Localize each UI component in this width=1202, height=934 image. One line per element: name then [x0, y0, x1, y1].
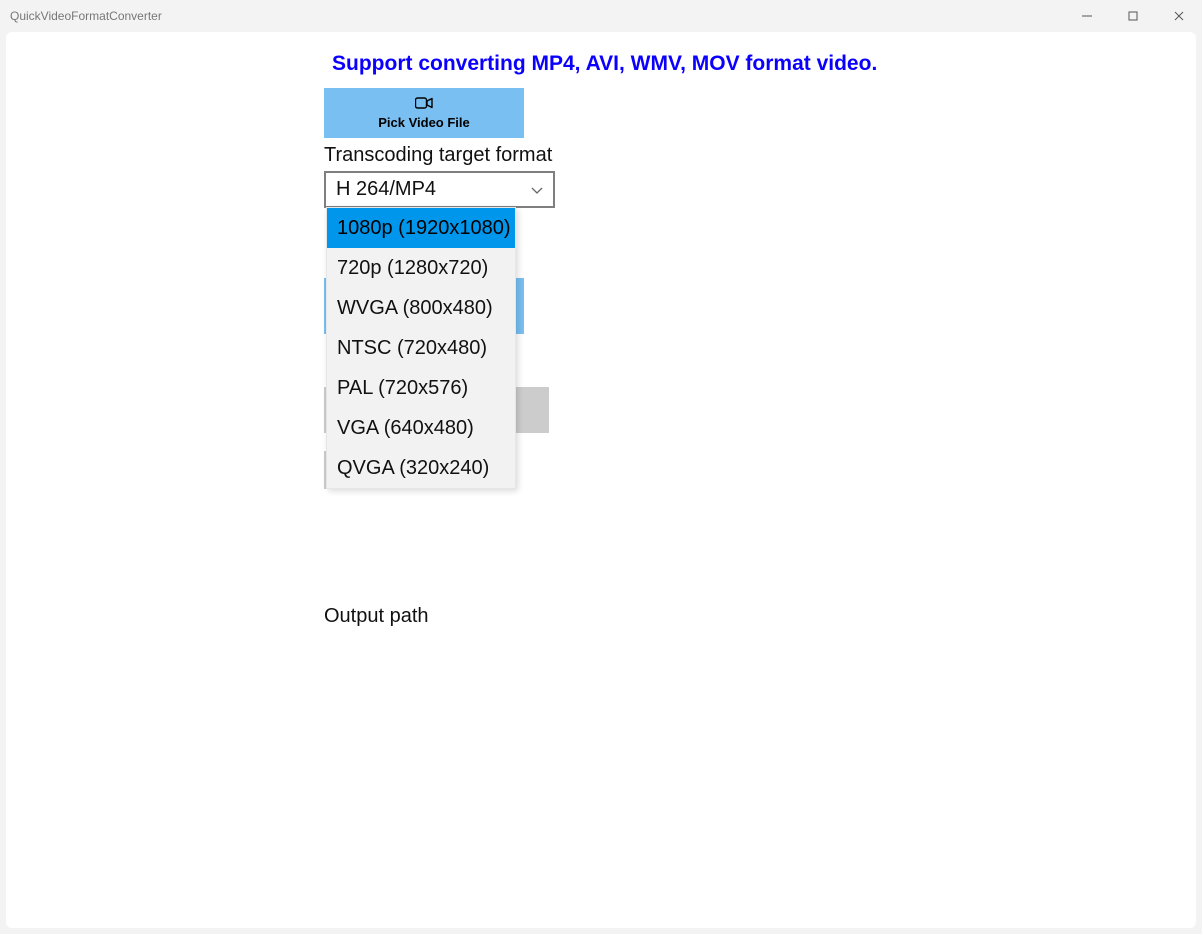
pick-video-label: Pick Video File [378, 115, 470, 130]
profile-option[interactable]: 1080p (1920x1080) [327, 208, 515, 248]
close-button[interactable] [1156, 0, 1202, 32]
window-controls [1064, 0, 1202, 32]
profile-option[interactable]: 720p (1280x720) [327, 248, 515, 288]
maximize-button[interactable] [1110, 0, 1156, 32]
target-format-label: Transcoding target format [324, 144, 1196, 167]
app-frame: Support converting MP4, AVI, WMV, MOV fo… [6, 32, 1196, 928]
pick-video-button[interactable]: Pick Video File [324, 88, 524, 138]
output-path-label: Output path [324, 605, 1196, 628]
content: Support converting MP4, AVI, WMV, MOV fo… [6, 32, 1196, 928]
titlebar: QuickVideoFormatConverter [0, 0, 1202, 32]
profile-option[interactable]: WVGA (800x480) [327, 288, 515, 328]
profile-option[interactable]: PAL (720x576) [327, 368, 515, 408]
chevron-down-icon [531, 178, 543, 201]
window-title: QuickVideoFormatConverter [10, 9, 1064, 23]
target-format-combo[interactable]: H 264/MP4 [324, 171, 555, 208]
minimize-button[interactable] [1064, 0, 1110, 32]
profile-option[interactable]: NTSC (720x480) [327, 328, 515, 368]
video-camera-icon [415, 96, 433, 113]
profile-option[interactable]: VGA (640x480) [327, 408, 515, 448]
profile-dropdown[interactable]: 1080p (1920x1080)720p (1280x720)WVGA (80… [326, 207, 516, 489]
profile-option[interactable]: QVGA (320x240) [327, 448, 515, 488]
headline: Support converting MP4, AVI, WMV, MOV fo… [332, 52, 1196, 76]
target-format-value: H 264/MP4 [336, 178, 436, 201]
